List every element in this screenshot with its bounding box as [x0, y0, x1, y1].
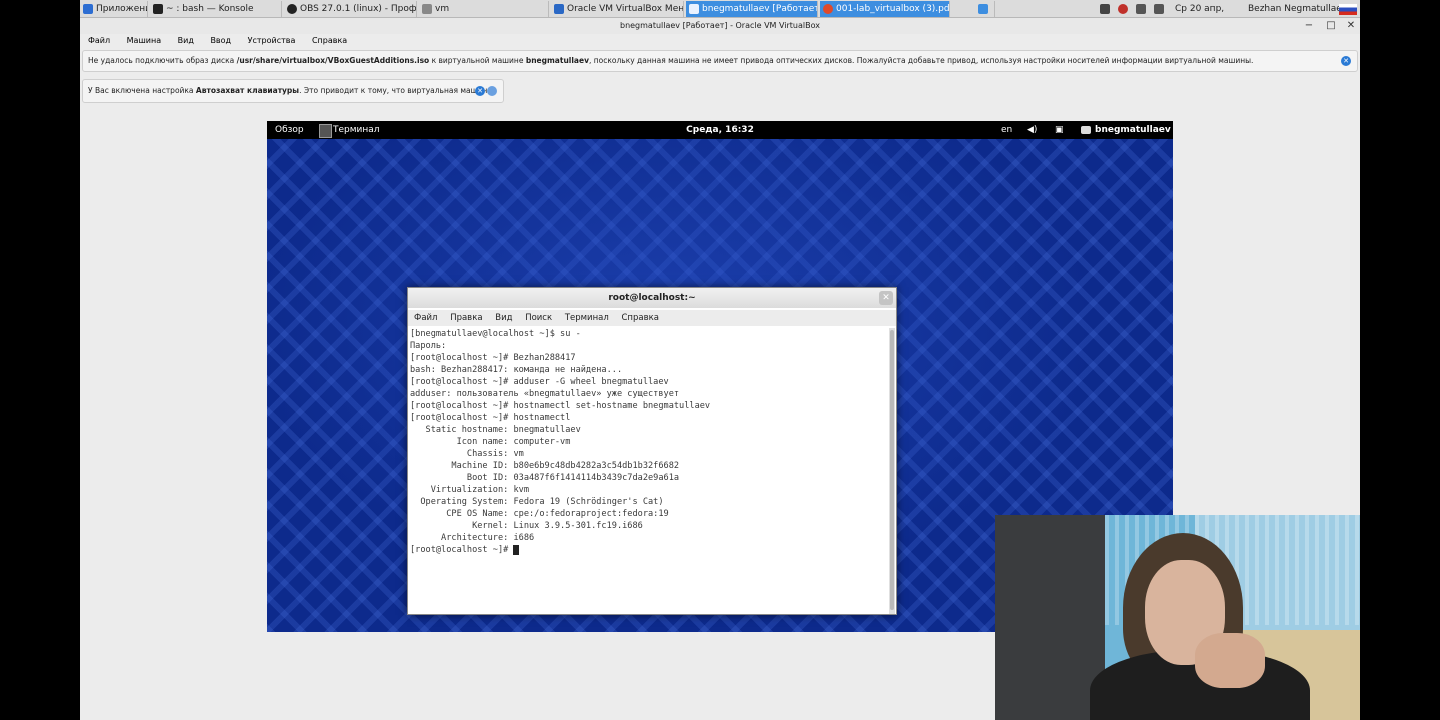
scrollbar-thumb[interactable] [890, 330, 894, 610]
terminal-line: [bnegmatullaev@localhost ~]$ su - [410, 329, 581, 339]
taskbar-item-vbox-vm[interactable]: bnegmatullaev [Работает] ... [686, 1, 818, 17]
taskbar-item-vbox-manager[interactable]: Oracle VM VirtualBox Мен... [551, 1, 684, 17]
webcam-overlay [995, 515, 1360, 720]
taskbar-item-obs[interactable]: OBS 27.0.1 (linux) - Проф... [284, 1, 417, 17]
terminal-line: Architecture: i686 [410, 533, 535, 543]
terminal-line: Kernel: Linux 3.9.5-301.fc19.i686 [410, 521, 643, 531]
term-menu-help[interactable]: Справка [621, 313, 658, 323]
host-user[interactable]: Bezhan Negmatullaev [1248, 0, 1347, 18]
term-menu-file[interactable]: Файл [414, 313, 437, 323]
terminal-line: bash: Bezhan288417: команда не найдена..… [410, 365, 623, 375]
terminal-icon [153, 4, 163, 14]
taskbar-item-extra[interactable] [975, 1, 995, 17]
volume-icon[interactable] [1136, 4, 1146, 14]
virtualbox-icon [689, 4, 699, 14]
notice-text: к виртуальной машине [429, 56, 526, 65]
window-icon [978, 4, 988, 14]
terminal-line: Chassis: vm [410, 449, 524, 459]
virtualbox-icon [554, 4, 564, 14]
network-icon[interactable]: ▣ [1055, 121, 1064, 139]
notice-text: У Вас включена настройка [88, 86, 196, 95]
browser-icon [823, 4, 833, 14]
menu-view[interactable]: Вид [178, 36, 194, 45]
terminal-cursor [513, 544, 520, 555]
terminal-line: [root@localhost ~]# hostnamectl set-host… [410, 401, 711, 411]
terminal-line: Operating System: Fedora 19 (Schrödinger… [410, 497, 664, 507]
terminal-prompt-line[interactable]: [root@localhost ~]# [410, 544, 888, 556]
volume-icon[interactable]: ◀) [1027, 121, 1037, 139]
folder-icon [422, 4, 432, 14]
terminal-output[interactable]: [bnegmatullaev@localhost ~]$ su - Пароль:… [410, 328, 888, 614]
taskbar-item-label: 001-lab_virtualbox (3).pdf - ... [836, 4, 950, 14]
close-icon[interactable]: ✕ [1344, 18, 1358, 34]
terminal-line: adduser: пользователь «bnegmatullaev» уж… [410, 389, 680, 399]
notice-text: . Это приводит к тому, что виртуальная м… [299, 86, 492, 95]
notice-vm-name: bnegmatullaev [525, 56, 589, 65]
taskbar-item-vm-folder[interactable]: vm [419, 1, 549, 17]
terminal-title[interactable]: root@localhost:~ [408, 288, 896, 308]
notice-path: /usr/share/virtualbox/VBoxGuestAdditions… [236, 56, 430, 65]
taskbar-item-label: Oracle VM VirtualBox Мен... [567, 4, 684, 14]
close-icon[interactable]: ✕ [879, 291, 893, 305]
notice-guest-additions: Не удалось подключить образ диска /usr/s… [82, 50, 1358, 72]
applications-menu[interactable]: Приложения [80, 1, 148, 17]
close-notice-icon[interactable]: ✕ [1341, 56, 1351, 66]
obs-icon [287, 4, 297, 14]
terminal-line: Пароль: [410, 341, 447, 351]
menu-input[interactable]: Ввод [210, 36, 231, 45]
term-menu-terminal[interactable]: Терминал [565, 313, 609, 323]
webcam-person-hand [1195, 633, 1265, 688]
minimize-icon[interactable]: − [1302, 18, 1316, 34]
guest-user-menu[interactable]: bnegmatullaev [1081, 121, 1171, 139]
taskbar-item-label: ~ : bash — Konsole [166, 4, 254, 14]
notice-keyboard-capture: У Вас включена настройка Автозахват клав… [82, 79, 504, 103]
taskbar-item-pdf[interactable]: 001-lab_virtualbox (3).pdf - ... [820, 1, 950, 17]
terminal-line: Boot ID: 03a487f6f1414114b3439c7da2e9a61… [410, 473, 680, 483]
taskbar-item-label: OBS 27.0.1 (linux) - Проф... [300, 4, 417, 14]
term-menu-search[interactable]: Поиск [525, 313, 552, 323]
apps-icon [83, 4, 93, 14]
keyboard-layout-flag-icon[interactable] [1339, 4, 1357, 15]
menu-devices[interactable]: Устройства [248, 36, 296, 45]
terminal-prompt: [root@localhost ~]# [410, 545, 514, 555]
notice-text: Не удалось подключить образ диска [88, 56, 237, 65]
terminal-scrollbar[interactable] [889, 328, 895, 614]
taskbar-item-konsole[interactable]: ~ : bash — Konsole [150, 1, 282, 17]
terminal-line: [root@localhost ~]# adduser -G wheel bne… [410, 377, 669, 387]
term-menu-view[interactable]: Вид [495, 313, 512, 323]
terminal-line: Virtualization: kvm [410, 485, 529, 495]
host-taskbar: Приложения ~ : bash — Konsole OBS 27.0.1… [80, 0, 1360, 32]
guest-topbar: Обзор Терминал Среда, 16:32 en ◀) ▣ bneg… [267, 121, 1173, 139]
taskbar-item-label: bnegmatullaev [Работает] ... [702, 4, 818, 14]
terminal-line: [root@localhost ~]# hostnamectl [410, 413, 571, 423]
host-screen: Приложения ~ : bash — Konsole OBS 27.0.1… [80, 0, 1360, 720]
menu-help[interactable]: Справка [312, 36, 347, 45]
input-language[interactable]: en [1001, 121, 1012, 139]
terminal-line: [root@localhost ~]# Bezhan288417 [410, 353, 576, 363]
terminal-line: Machine ID: b80e6b9c48db4282a3c54db1b32f… [410, 461, 680, 471]
taskbar-item-label: vm [435, 4, 450, 14]
battery-icon[interactable] [1154, 4, 1164, 14]
terminal-menubar: Файл Правка Вид Поиск Терминал Справка [408, 310, 896, 326]
menu-machine[interactable]: Машина [127, 36, 161, 45]
close-notice-icon[interactable]: ✕ [475, 86, 485, 96]
dont-show-again-icon[interactable] [487, 86, 497, 96]
term-menu-edit[interactable]: Правка [450, 313, 482, 323]
network-icon[interactable] [1100, 4, 1110, 14]
menu-file[interactable]: Файл [88, 36, 110, 45]
vbox-menubar: Файл Машина Вид Ввод Устройства Справка [80, 34, 1360, 48]
terminal-window[interactable]: root@localhost:~ ✕ Файл Правка Вид Поиск… [407, 287, 897, 615]
terminal-line: Icon name: computer-vm [410, 437, 571, 447]
vbox-window-title: bnegmatullaev [Работает] - Oracle VM Vir… [80, 18, 1360, 34]
notice-text: , поскольку данная машина не имеет приво… [588, 56, 1254, 65]
maximize-icon[interactable]: □ [1324, 18, 1338, 34]
taskbar-item-label: Приложения [96, 4, 147, 14]
terminal-line: CPE OS Name: cpe:/o:fedoraproject:fedora… [410, 509, 669, 519]
notice-setting-name: Автозахват клавиатуры [195, 86, 300, 95]
terminal-line: Static hostname: bnegmatullaev [410, 425, 581, 435]
record-icon[interactable] [1118, 4, 1128, 14]
